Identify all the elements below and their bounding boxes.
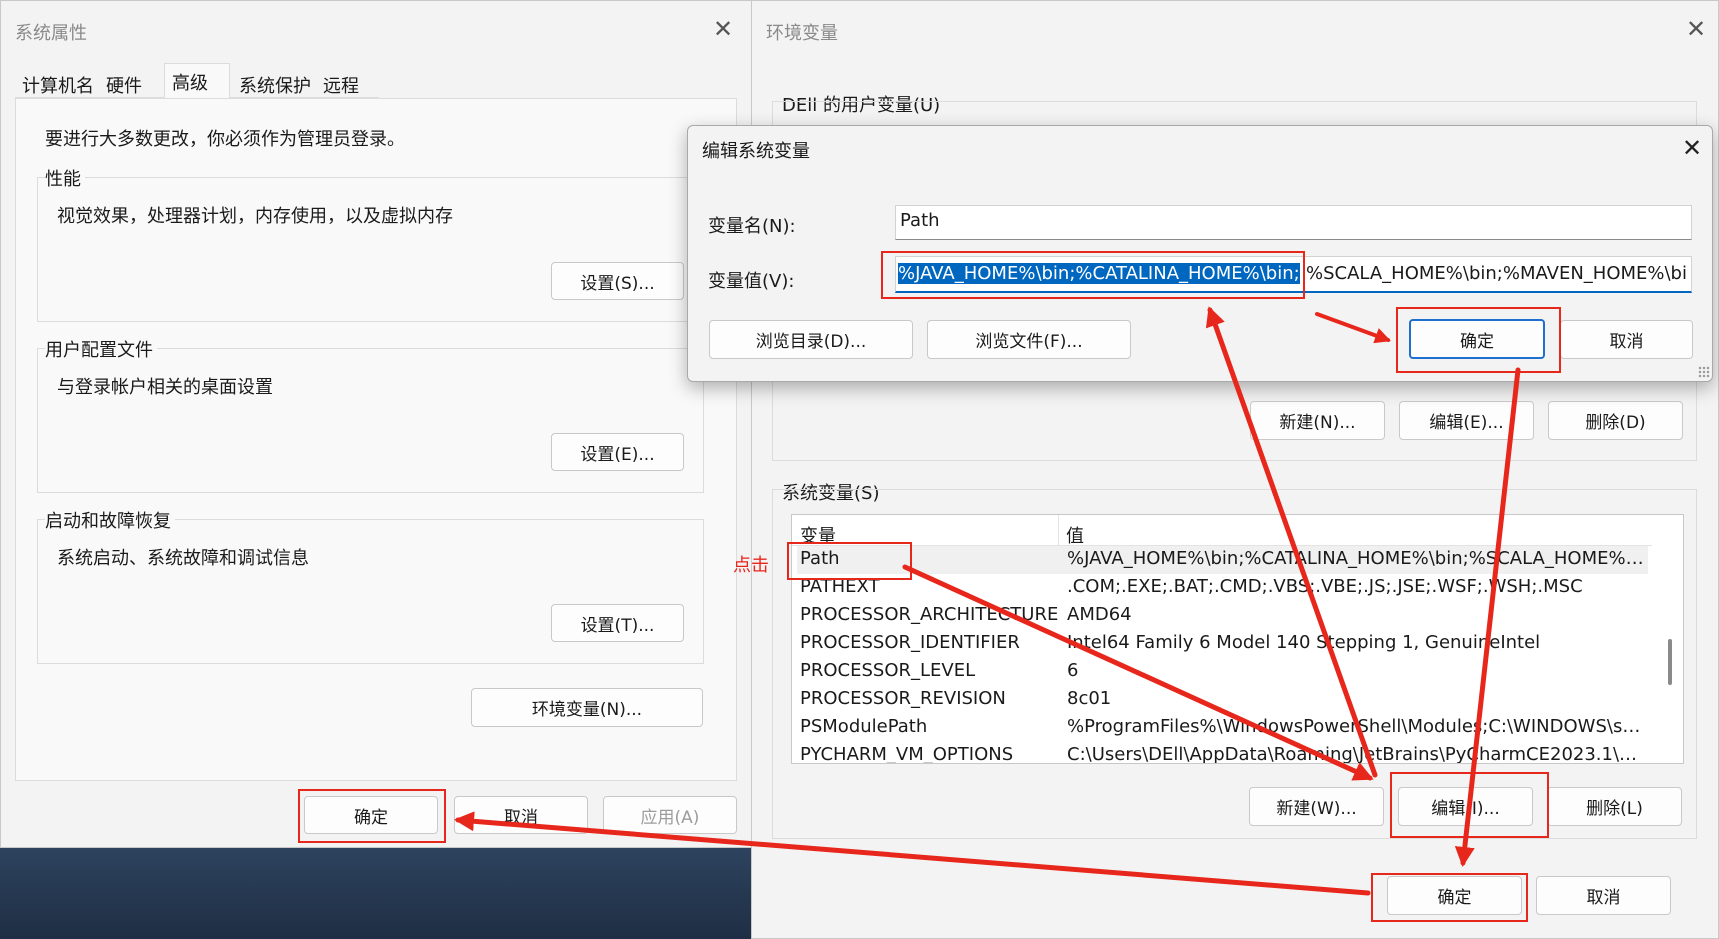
arrow-edit-to-value (1205, 306, 1378, 778)
arrow-to-edit-ok (1315, 312, 1392, 344)
arrow-path-to-edit (902, 564, 1374, 781)
arrow-edit-ok-to-envvars-ok (1454, 367, 1521, 867)
arrow-envvars-ok-to-sysprops-ok (454, 811, 1371, 896)
annotation-arrows (454, 306, 1521, 896)
